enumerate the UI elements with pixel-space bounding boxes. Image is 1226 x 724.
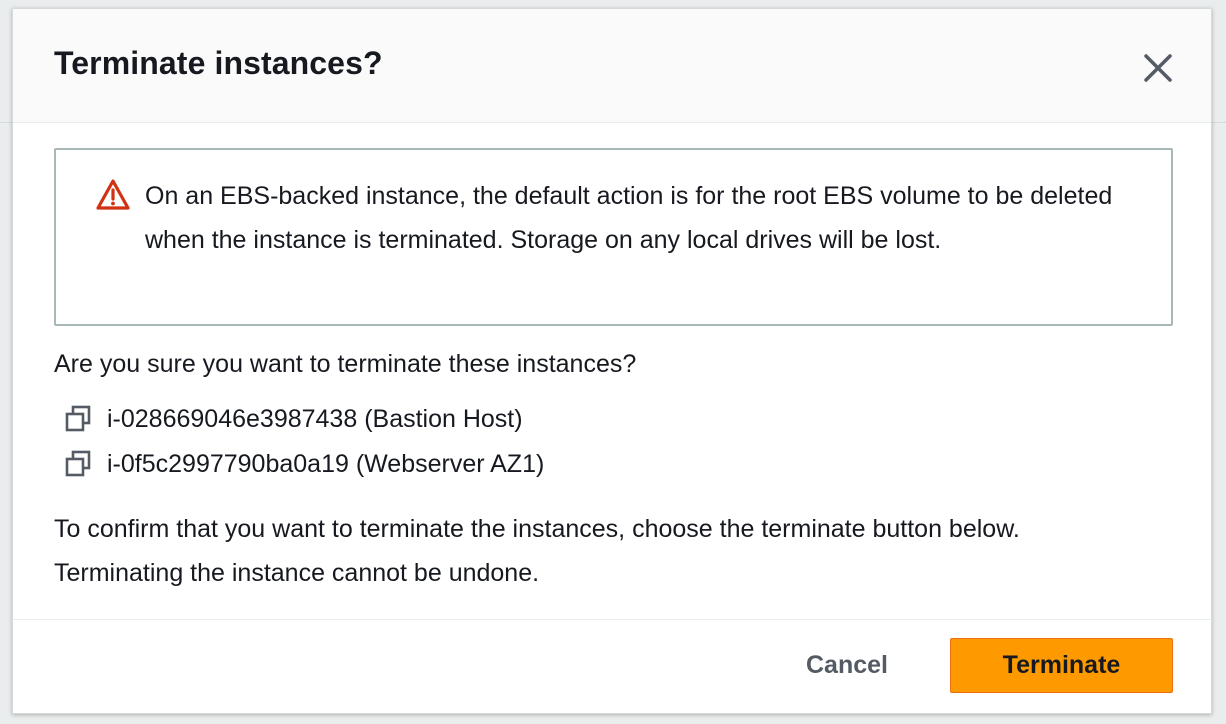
confirmation-instructions: To confirm that you want to terminate th…: [54, 515, 1020, 587]
dialog-footer: Cancel Terminate: [13, 619, 1211, 715]
close-icon: [1144, 54, 1172, 82]
warning-alert: On an EBS-backed instance, the default a…: [54, 148, 1173, 326]
instance-item: i-028669046e3987438 (Bastion Host): [63, 402, 523, 436]
terminate-instances-dialog: Terminate instances? On an EBS-backed in…: [12, 8, 1212, 714]
cancel-button[interactable]: Cancel: [777, 638, 917, 692]
instance-item: i-0f5c2997790ba0a19 (Webserver AZ1): [63, 447, 544, 481]
dialog-header: Terminate instances?: [13, 9, 1211, 123]
instance-label: i-0f5c2997790ba0a19 (Webserver AZ1): [107, 449, 545, 478]
instance-label: i-028669046e3987438 (Bastion Host): [107, 404, 523, 433]
copy-icon[interactable]: [63, 404, 93, 434]
close-button[interactable]: [1141, 51, 1175, 85]
terminate-button[interactable]: Terminate: [950, 638, 1173, 693]
dialog-title: Terminate instances?: [54, 45, 383, 81]
alert-message: On an EBS-backed instance, the default a…: [145, 182, 1113, 254]
warning-icon: [96, 179, 130, 210]
confirmation-question: Are you sure you want to terminate these…: [54, 350, 637, 378]
copy-icon[interactable]: [63, 449, 93, 479]
